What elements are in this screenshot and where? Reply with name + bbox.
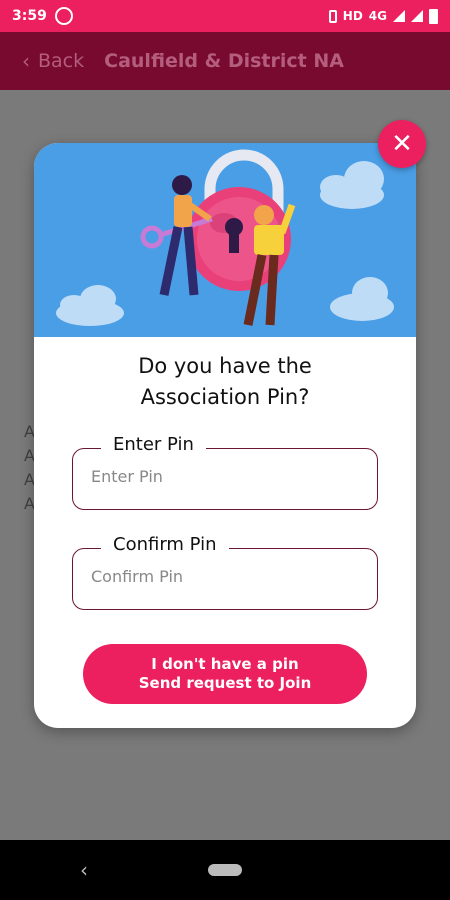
dialog-title: Do you have the Association Pin?: [34, 351, 416, 413]
pin-field-label: Enter Pin: [101, 434, 206, 455]
nav-home-icon[interactable]: [208, 864, 242, 876]
back-label: Back: [38, 50, 85, 72]
dialog-title-line: Association Pin?: [140, 385, 310, 409]
whatsapp-icon: [54, 7, 73, 25]
nav-back-icon[interactable]: ‹: [80, 858, 88, 882]
signal-icon: [393, 10, 405, 22]
status-bar: 3:59 HD 4G: [0, 0, 450, 32]
vibrate-icon: [328, 9, 337, 23]
confirm-pin-field: Confirm Pin: [72, 534, 378, 610]
confirm-pin-label: Confirm Pin: [101, 534, 229, 555]
pin-dialog: Do you have the Association Pin? Enter P…: [34, 143, 416, 728]
back-button[interactable]: ‹ Back: [22, 49, 84, 73]
signal-type: 4G: [368, 9, 387, 23]
battery-icon: [429, 8, 438, 24]
close-button[interactable]: ✕: [378, 120, 426, 168]
confirm-pin-input[interactable]: [91, 567, 361, 586]
chevron-left-icon: ‹: [22, 49, 30, 73]
send-join-request-button[interactable]: I don't have a pin Send request to Join: [83, 644, 367, 704]
join-button-line: I don't have a pin: [151, 655, 299, 673]
padlock-people-illustration: [56, 149, 394, 326]
hero-illustration: [34, 143, 416, 337]
navigation-bar: ‹: [0, 840, 450, 900]
join-button-line: Send request to Join: [138, 674, 312, 692]
pin-field: Enter Pin: [72, 434, 378, 510]
network-type: HD: [342, 9, 363, 23]
pin-input[interactable]: [91, 467, 361, 486]
page-title: Caulfield & District NA: [104, 50, 344, 72]
dialog-title-line: Do you have the: [138, 354, 312, 378]
status-time: 3:59: [12, 8, 47, 24]
app-bar: ‹ Back Caulfield & District NA: [0, 32, 450, 90]
close-icon: ✕: [391, 129, 413, 159]
signal-icon-2: [411, 10, 423, 22]
status-icons: HD 4G: [328, 8, 438, 24]
